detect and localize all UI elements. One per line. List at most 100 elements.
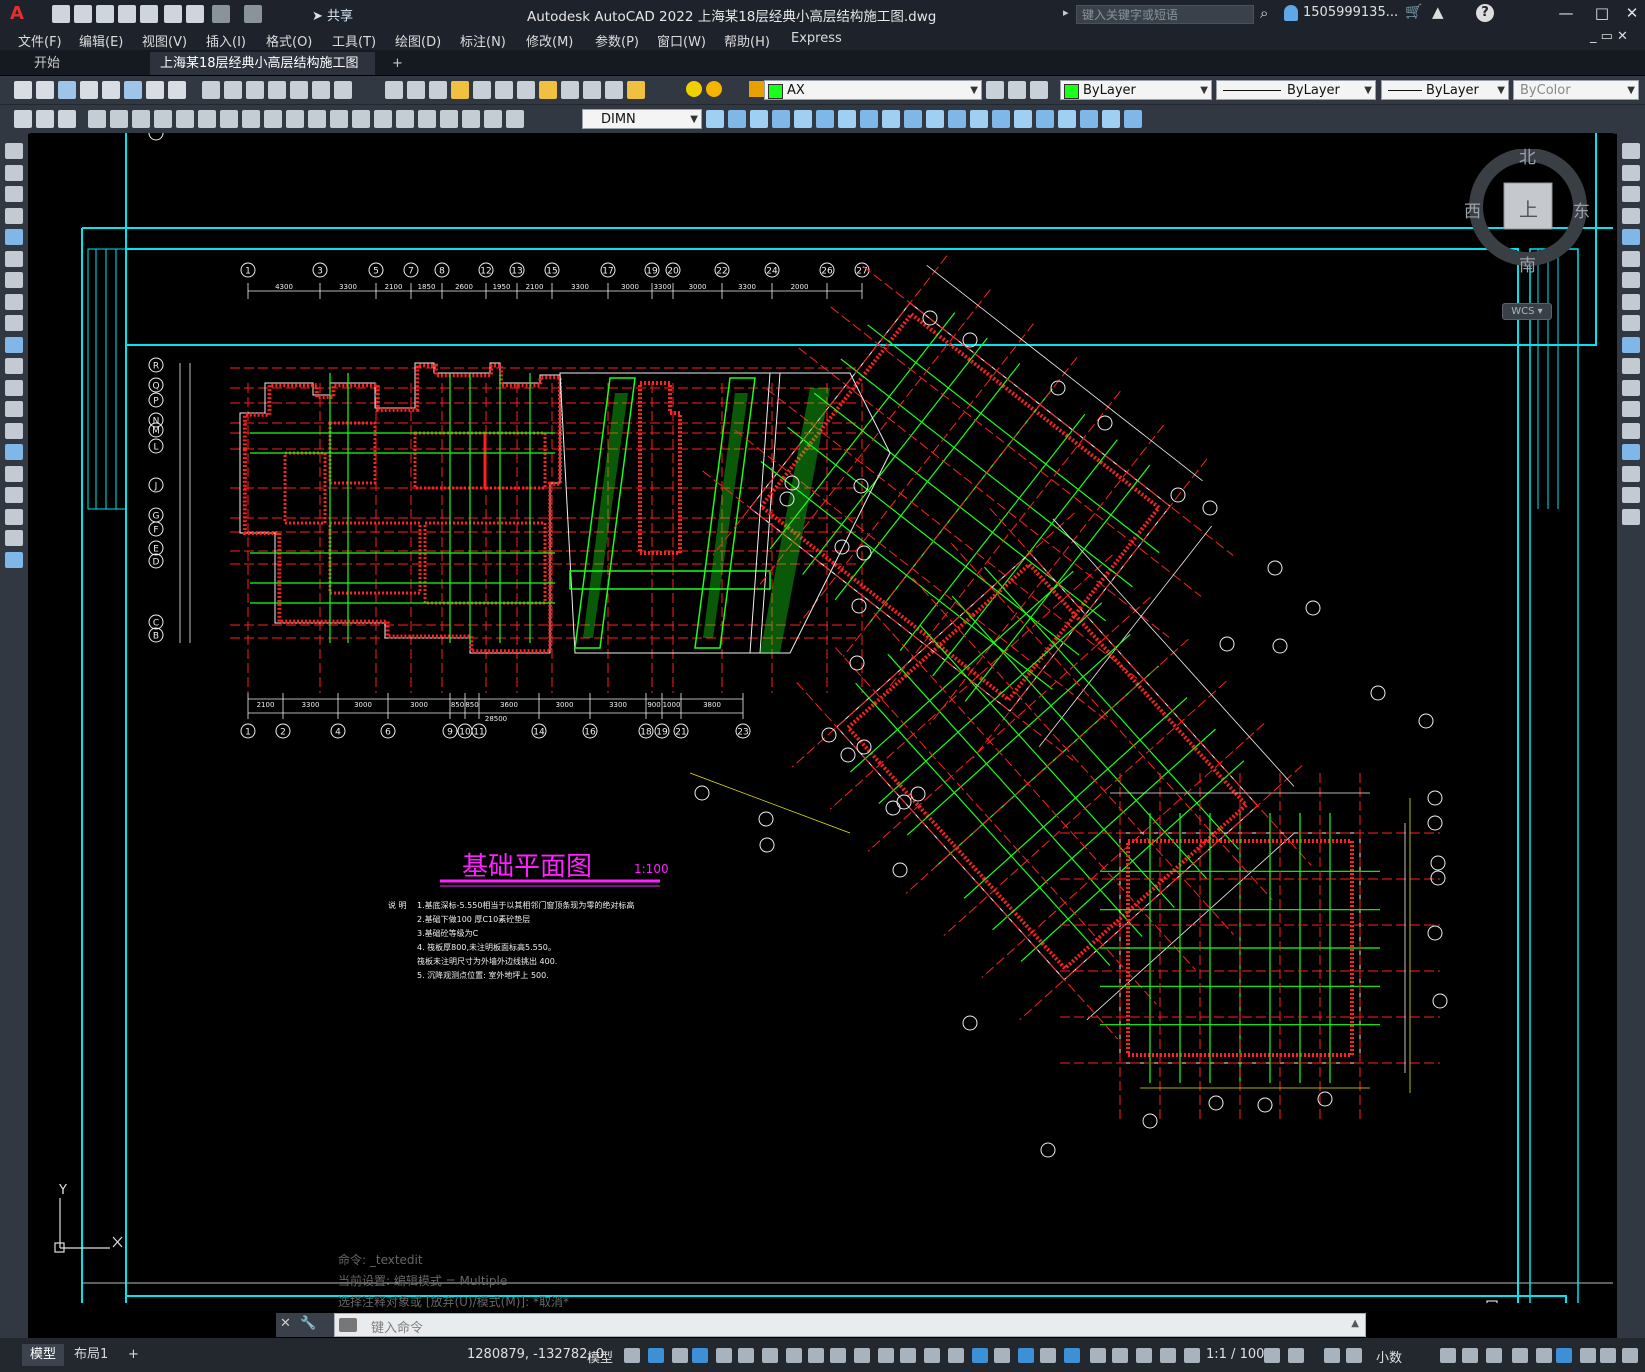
modify-tool-icon[interactable] <box>1622 229 1640 245</box>
modify-tool-icon[interactable] <box>1622 401 1640 417</box>
modify-tool-icon[interactable] <box>1622 272 1640 288</box>
plotstyle-select[interactable]: ByColor ▼ <box>1513 80 1639 100</box>
status-toggle-icon[interactable] <box>672 1348 688 1363</box>
draw-tool-icon[interactable] <box>5 551 23 568</box>
draw-tool-icon[interactable] <box>5 401 23 417</box>
plot-icon[interactable] <box>186 5 204 23</box>
toolbar-dimension-icon[interactable] <box>484 110 502 128</box>
viewcube-west[interactable]: 西 <box>1464 197 1481 222</box>
units-select[interactable]: 小数 <box>1376 1347 1402 1366</box>
maximize-icon[interactable]: □ <box>1590 4 1614 22</box>
toolbar-view-icon[interactable] <box>451 81 469 99</box>
modify-tool-icon[interactable] <box>1622 207 1640 224</box>
toolbar-edit-icon[interactable] <box>202 81 220 99</box>
viewcube-east[interactable]: 东 <box>1573 197 1590 222</box>
status-toggle-icon[interactable] <box>624 1348 640 1363</box>
toolbar-modify-icon[interactable] <box>750 110 768 128</box>
tab-layout1[interactable]: 布局1 <box>66 1344 116 1366</box>
toolbar-dimension-icon[interactable] <box>286 110 304 128</box>
toolbar-file-icon[interactable] <box>58 81 76 99</box>
modify-tool-icon[interactable] <box>1622 293 1640 310</box>
toolbar-view-icon[interactable] <box>429 81 447 99</box>
draw-tool-icon[interactable] <box>5 143 23 159</box>
viewcube[interactable]: 北 南 东 西 上 <box>1463 148 1593 309</box>
command-prompt-icon[interactable] <box>339 1318 357 1332</box>
toolbar-dimension-icon[interactable] <box>462 110 480 128</box>
status-toggle-icon[interactable] <box>716 1348 732 1363</box>
toolbar-view-icon[interactable] <box>627 81 645 99</box>
toolbar-dimension-icon[interactable] <box>418 110 436 128</box>
toolbar-modify-icon[interactable] <box>904 110 922 128</box>
color-select[interactable]: ByLayer ▼ <box>1060 80 1212 100</box>
toolbar-modify-icon[interactable] <box>1102 110 1120 128</box>
status-toggle-icon[interactable] <box>1184 1348 1200 1363</box>
command-customize-icon[interactable]: 🔧 <box>300 1316 316 1331</box>
draw-tool-icon[interactable] <box>5 422 23 439</box>
status-toggle-icon[interactable] <box>948 1348 964 1363</box>
viewcube-south[interactable]: 南 <box>1519 251 1536 276</box>
toolbar-dimension-icon[interactable] <box>110 110 128 128</box>
toolbar-modify-icon[interactable] <box>926 110 944 128</box>
redo-icon[interactable] <box>244 5 262 23</box>
toolbar-file-icon[interactable] <box>102 81 120 99</box>
open-file-icon[interactable] <box>74 5 92 23</box>
modify-tool-icon[interactable] <box>1622 143 1640 159</box>
toolbar-dimension-icon[interactable] <box>440 110 458 128</box>
status-toggle-icon[interactable] <box>972 1348 988 1363</box>
wcs-menu[interactable]: WCS ▾ <box>1502 303 1552 320</box>
menu-window[interactable]: 窗口(W) <box>657 31 706 50</box>
toolbar-dimension-icon[interactable] <box>264 110 282 128</box>
status-toggle-icon[interactable] <box>1324 1348 1340 1363</box>
tab-start[interactable]: 开始 <box>24 52 144 75</box>
save-web-icon[interactable] <box>164 5 182 23</box>
toolbar-dimension-icon[interactable] <box>88 110 106 128</box>
user-account[interactable]: 1505999135... <box>1303 5 1398 20</box>
menu-help[interactable]: 帮助(H) <box>724 31 770 50</box>
command-close-icon[interactable]: ✕ <box>280 1316 291 1331</box>
draw-tool-icon[interactable] <box>5 530 23 546</box>
toolbar-modify-icon[interactable] <box>992 110 1010 128</box>
dimstyle-select[interactable]: DIMN ▼ <box>582 109 702 129</box>
modify-tool-icon[interactable] <box>1622 164 1640 181</box>
status-toggle-icon[interactable] <box>786 1348 802 1363</box>
toolbar-modify-icon[interactable] <box>1080 110 1098 128</box>
menu-express[interactable]: Express <box>791 31 842 46</box>
draw-tool-icon[interactable] <box>5 250 23 267</box>
draw-tool-icon[interactable] <box>5 293 23 310</box>
toolbar-file-icon[interactable] <box>124 81 142 99</box>
save-icon[interactable] <box>96 5 114 23</box>
status-toggle-icon[interactable] <box>1622 1348 1638 1363</box>
modify-tool-icon[interactable] <box>1622 444 1640 460</box>
draw-tool-icon[interactable] <box>5 336 23 353</box>
status-toggle-icon[interactable] <box>1580 1348 1596 1363</box>
tab-drawing[interactable]: 上海某18层经典小高层结构施工图* × <box>150 52 375 94</box>
menu-file[interactable]: 文件(F) <box>18 31 62 50</box>
status-toggle-icon[interactable] <box>1556 1348 1572 1363</box>
toolbar-edit-icon[interactable] <box>268 81 286 99</box>
toolbar-view-icon[interactable] <box>539 81 557 99</box>
open-web-icon[interactable] <box>140 5 158 23</box>
menu-format[interactable]: 格式(O) <box>266 31 312 50</box>
toolbar-modify-icon[interactable] <box>706 110 724 128</box>
toolbar-dimension-icon[interactable] <box>242 110 260 128</box>
draw-tool-icon[interactable] <box>5 379 23 396</box>
toolbar-view-icon[interactable] <box>407 81 425 99</box>
status-toggle-icon[interactable] <box>924 1348 940 1363</box>
modify-tool-icon[interactable] <box>1622 508 1640 525</box>
toolbar-modify-icon[interactable] <box>1036 110 1054 128</box>
toolbar-misc-icon[interactable] <box>58 110 76 128</box>
layer-freeze-icon[interactable] <box>706 81 722 97</box>
help-icon[interactable]: ? <box>1476 4 1494 22</box>
status-toggle-icon[interactable] <box>1536 1348 1552 1363</box>
status-toggle-icon[interactable] <box>900 1348 916 1363</box>
status-toggle-icon[interactable] <box>808 1348 824 1363</box>
toolbar-file-icon[interactable] <box>14 81 32 99</box>
modify-tool-icon[interactable] <box>1622 336 1640 353</box>
modify-tool-icon[interactable] <box>1622 465 1640 482</box>
status-toggle-icon[interactable] <box>830 1348 846 1363</box>
status-toggle-icon[interactable] <box>1040 1348 1056 1363</box>
toolbar-dimension-icon[interactable] <box>396 110 414 128</box>
toolbar-file-icon[interactable] <box>146 81 164 99</box>
status-toggle-icon[interactable] <box>692 1348 708 1363</box>
share-button[interactable]: ➤ 共享 <box>312 5 353 24</box>
